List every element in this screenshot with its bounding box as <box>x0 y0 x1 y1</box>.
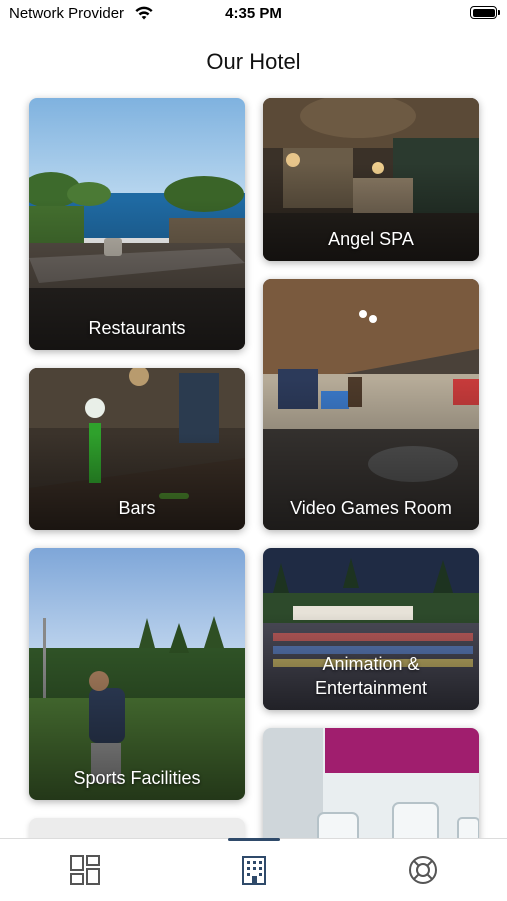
tile-animation-entertainment[interactable]: Animation & Entertainment <box>263 548 479 710</box>
tile-label-line: Video Games Room <box>290 498 452 518</box>
tile-label-line: Entertainment <box>314 678 428 698</box>
tile-label-line: Bars <box>118 498 156 518</box>
dashboard-icon <box>69 855 100 885</box>
tile-label: Bars <box>29 496 245 520</box>
tile-video-games-room[interactable]: Video Games Room <box>263 279 479 530</box>
tile-label: Sports Facilities <box>29 766 245 790</box>
tab-bar <box>0 838 507 901</box>
tile-angel-spa[interactable]: Angel SPA <box>263 98 479 261</box>
tile-label: Video Games Room <box>263 496 479 520</box>
tile-bars[interactable]: Bars <box>29 368 245 530</box>
lifebuoy-icon <box>408 856 437 884</box>
tile-label: Restaurants <box>29 316 245 340</box>
tile-label-line: Animation & <box>322 654 420 674</box>
tile-label-line: Angel SPA <box>328 229 414 249</box>
tile-sports-facilities[interactable]: Sports Facilities <box>29 548 245 800</box>
battery-icon <box>470 6 500 19</box>
tile-label-line: Restaurants <box>88 318 186 338</box>
tab-help[interactable] <box>338 839 507 901</box>
status-bar: Network Provider 4:35 PM <box>0 0 507 30</box>
tile-label: Angel SPA <box>263 227 479 251</box>
tab-dashboard[interactable] <box>0 839 169 901</box>
selected-tab-indicator <box>228 838 280 841</box>
tile-restaurants[interactable]: Restaurants <box>29 98 245 350</box>
tile-label-line: Sports Facilities <box>73 768 201 788</box>
tile-label: Animation & Entertainment <box>263 652 479 700</box>
page-title: Our Hotel <box>206 49 301 74</box>
status-time: 4:35 PM <box>225 5 282 22</box>
tab-hotel[interactable] <box>169 839 338 901</box>
hotel-building-icon <box>241 856 266 885</box>
